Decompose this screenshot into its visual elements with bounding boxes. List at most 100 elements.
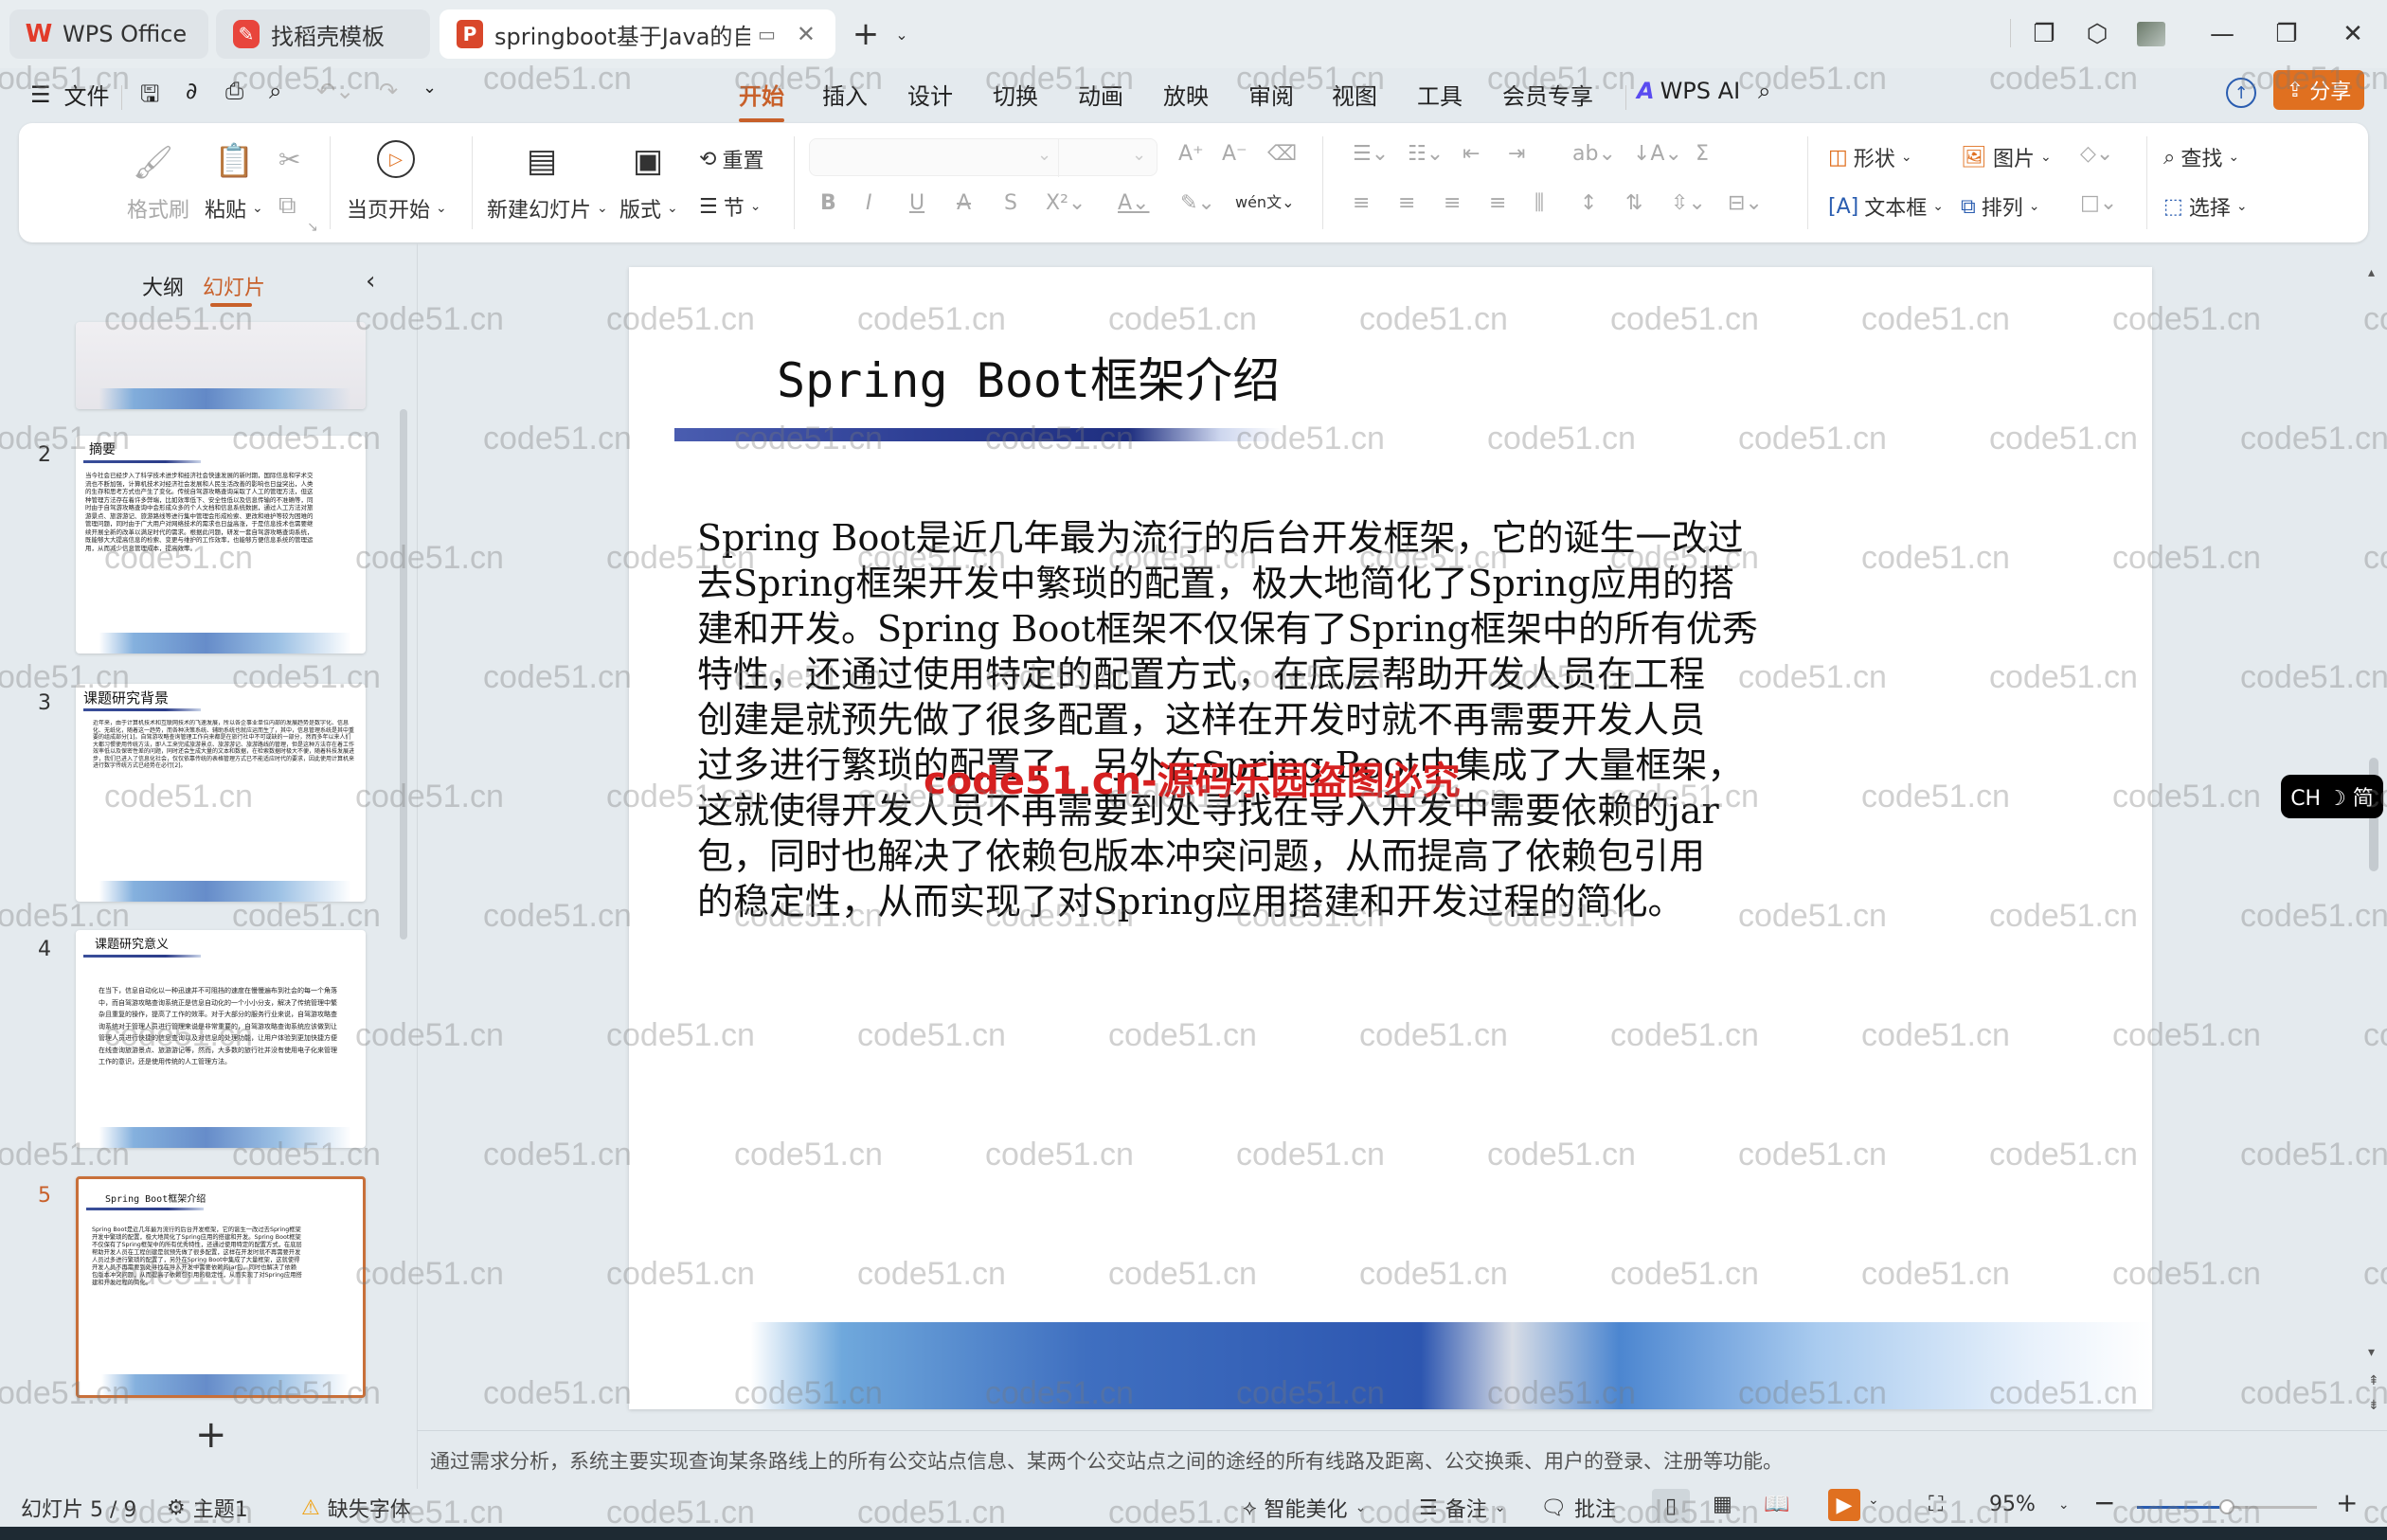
tab-review[interactable]: 审阅	[1248, 78, 1294, 111]
convert-icon[interactable]: Σ	[1696, 142, 1709, 166]
zoom-in-button[interactable]: +	[2336, 1487, 2358, 1518]
scroll-down-icon[interactable]: ▾	[2368, 1345, 2375, 1360]
cut-icon[interactable]: ✂	[278, 144, 300, 175]
new-tab-button[interactable]: +	[849, 15, 883, 53]
notes-toggle-button[interactable]: ☰ 备注 ⌄	[1419, 1493, 1505, 1523]
normal-view-icon[interactable]: ▯	[1652, 1489, 1690, 1523]
picture-button[interactable]: 🖼 图片 ⌄	[1961, 142, 2052, 172]
smart-beautify-button[interactable]: ⟡ 智能美化 ⌄	[1243, 1493, 1366, 1523]
section-button[interactable]: ☰ 节 ⌄	[699, 191, 761, 222]
tab-slides[interactable]: 幻灯片	[203, 271, 265, 301]
close-tab-icon[interactable]: ✕	[797, 21, 816, 47]
scroll-up-icon[interactable]: ▴	[2368, 265, 2375, 280]
zoom-out-button[interactable]: −	[2093, 1487, 2115, 1518]
new-slide-button[interactable]: 新建幻灯片 ⌄	[487, 193, 608, 224]
tab-design[interactable]: 设计	[907, 78, 953, 111]
print-icon[interactable]: ⎙	[225, 78, 243, 104]
paragraph-spacing-icon[interactable]: ⇅	[1625, 191, 1642, 215]
tab-member[interactable]: 会员专享	[1502, 78, 1593, 111]
save-icon[interactable]: 🖫	[140, 78, 159, 116]
zoom-slider[interactable]	[2137, 1499, 2317, 1514]
more-chevron-icon[interactable]: ⌄	[422, 78, 437, 98]
start-from-current-button[interactable]: 当页开始 ⌄	[347, 193, 447, 224]
zoom-slider-knob[interactable]	[2219, 1499, 2234, 1514]
slide-body-textbox[interactable]: Spring Boot是近几年最为流行的后台开发框架，它的诞生一改过 去Spri…	[697, 515, 1796, 924]
close-icon[interactable]: ✕	[2336, 17, 2370, 51]
tab-wps-office[interactable]: W WPS Office	[9, 9, 208, 59]
reading-view-icon[interactable]: 📖	[1764, 1493, 1789, 1516]
text-align-icon[interactable]: ⊟⌄	[1728, 191, 1763, 215]
copy-icon[interactable]: ⧉	[278, 191, 296, 221]
fill-icon[interactable]: ◇⌄	[2080, 142, 2113, 166]
tab-insert[interactable]: 插入	[822, 78, 868, 111]
increase-font-icon[interactable]: A⁺	[1178, 142, 1204, 166]
tab-slideshow[interactable]: 放映	[1163, 78, 1209, 111]
redo-icon[interactable]: ↷	[379, 78, 398, 104]
format-painter-icon[interactable]: 🖌	[133, 144, 173, 182]
3d-box-icon[interactable]: ⬡	[2080, 17, 2114, 51]
increase-indent-icon[interactable]: ⇥	[1508, 142, 1525, 166]
underline-icon[interactable]: U	[909, 191, 924, 215]
shape-button[interactable]: ◫ 形状 ⌄	[1828, 142, 1912, 172]
format-painter-button[interactable]: 格式刷	[127, 193, 189, 224]
tab-presentation[interactable]: P springboot基于Java的自驾游 ▭ ✕	[440, 9, 835, 59]
font-selector[interactable]: ⌄ ⌄	[809, 138, 1158, 177]
italic-icon[interactable]: I	[866, 191, 872, 215]
panel-scrollbar[interactable]	[400, 409, 407, 940]
vertical-scrollbar[interactable]: ▴ ▾ ⇞ ⇟	[2368, 265, 2379, 1421]
font-color-icon[interactable]: A⌄	[1118, 191, 1149, 215]
slide-sorter-icon[interactable]: ▦	[1713, 1493, 1732, 1516]
missing-font-button[interactable]: ⚠ 缺失字体	[301, 1493, 411, 1523]
add-slide-button[interactable]: +	[195, 1413, 227, 1457]
tab-outline[interactable]: 大纲	[142, 271, 184, 301]
slide-thumbnail-2[interactable]: 摘要 当今社会已经步入了科学技术进步和经济社会快速发展的新时期，国际信息和学术交…	[76, 436, 366, 654]
slide-thumbnail-3[interactable]: 课题研究背景 近年来，由于计算机技术和互联网技术的飞速发展，所以各企事业单位内部…	[76, 684, 366, 902]
theme-button[interactable]: ⚙ 主题1	[167, 1493, 248, 1523]
shadow-icon[interactable]: S	[1004, 191, 1017, 215]
distribute-icon[interactable]: ⫼	[1534, 191, 1544, 215]
print-preview-icon[interactable]: ⌕	[269, 78, 281, 104]
play-icon[interactable]: ▷	[377, 140, 415, 178]
slide-thumbnail-5-selected[interactable]: Spring Boot框架介绍 Spring Boot是近几年最为流行的后台开发…	[76, 1176, 366, 1398]
tab-home[interactable]: 开始	[739, 78, 784, 122]
slide-thumbnail-4[interactable]: 课题研究意义 在当下，信息自动化以一种迅速并不可阻挡的速度在慢慢遍布到社会的每一…	[76, 930, 366, 1148]
justify-icon[interactable]: ≡	[1489, 191, 1506, 215]
clipboard-expand-icon[interactable]: ↘	[307, 220, 318, 235]
comment-button[interactable]: 🗨 批注	[1540, 1493, 1616, 1523]
slide-thumbnail-1[interactable]	[76, 322, 366, 409]
paste-button[interactable]: 粘贴 ⌄	[205, 193, 263, 224]
align-left-icon[interactable]: ≡	[1353, 191, 1370, 215]
slideshow-options-icon[interactable]: ⌄	[1868, 1493, 1879, 1508]
layout-icon[interactable]: ❐	[2027, 17, 2061, 51]
slide-canvas[interactable]: Spring Boot框架介绍 Spring Boot是近几年最为流行的后台开发…	[629, 267, 2152, 1409]
file-menu[interactable]: ☰ 文件	[30, 78, 110, 111]
next-slide-icon[interactable]: ⇟	[2368, 1398, 2379, 1413]
fit-window-icon[interactable]: ⛶	[1929, 1493, 1943, 1516]
restore-icon[interactable]: ❐	[2270, 17, 2304, 51]
bullet-list-icon[interactable]: ☰⌄	[1353, 142, 1389, 166]
tab-tools[interactable]: 工具	[1417, 78, 1463, 111]
tab-transitions[interactable]: 切换	[993, 78, 1038, 111]
tab-view[interactable]: 视图	[1332, 78, 1377, 111]
zoom-level[interactable]: 95% ⌄	[1989, 1493, 2070, 1516]
slide-title[interactable]: Spring Boot框架介绍	[777, 343, 1280, 411]
paste-icon[interactable]: 📋	[214, 142, 254, 180]
columns-icon[interactable]: ⇳⌄	[1671, 191, 1706, 215]
minimize-icon[interactable]: —	[2205, 17, 2239, 51]
highlight-icon[interactable]: ✎⌄	[1180, 191, 1215, 215]
wps-ai-button[interactable]: A WPS AI	[1637, 78, 1740, 104]
collapse-panel-icon[interactable]: ‹	[366, 267, 375, 295]
share-button[interactable]: ⇪ 分享	[2273, 70, 2364, 110]
strikethrough-icon[interactable]: A	[957, 191, 971, 215]
align-right-icon[interactable]: ≡	[1444, 191, 1461, 215]
chevron-down-icon[interactable]: ⌄	[885, 17, 919, 51]
monitor-icon[interactable]: ▭	[758, 23, 776, 45]
layout-button[interactable]: 版式 ⌄	[619, 193, 678, 224]
link-icon[interactable]: ∂	[186, 78, 197, 104]
text-direction-icon[interactable]: ab⌄	[1572, 142, 1616, 166]
notes-text[interactable]: 通过需求分析，系统主要实现查询某条路线上的所有公交站点信息、某两个公交站点之间的…	[430, 1446, 1783, 1475]
select-button[interactable]: ⬚ 选择 ⌄	[2163, 191, 2248, 222]
decrease-font-icon[interactable]: A⁻	[1222, 142, 1247, 166]
undo-icon[interactable]: ↶⌄	[316, 78, 354, 104]
find-button[interactable]: ⌕ 查找 ⌄	[2163, 142, 2239, 172]
